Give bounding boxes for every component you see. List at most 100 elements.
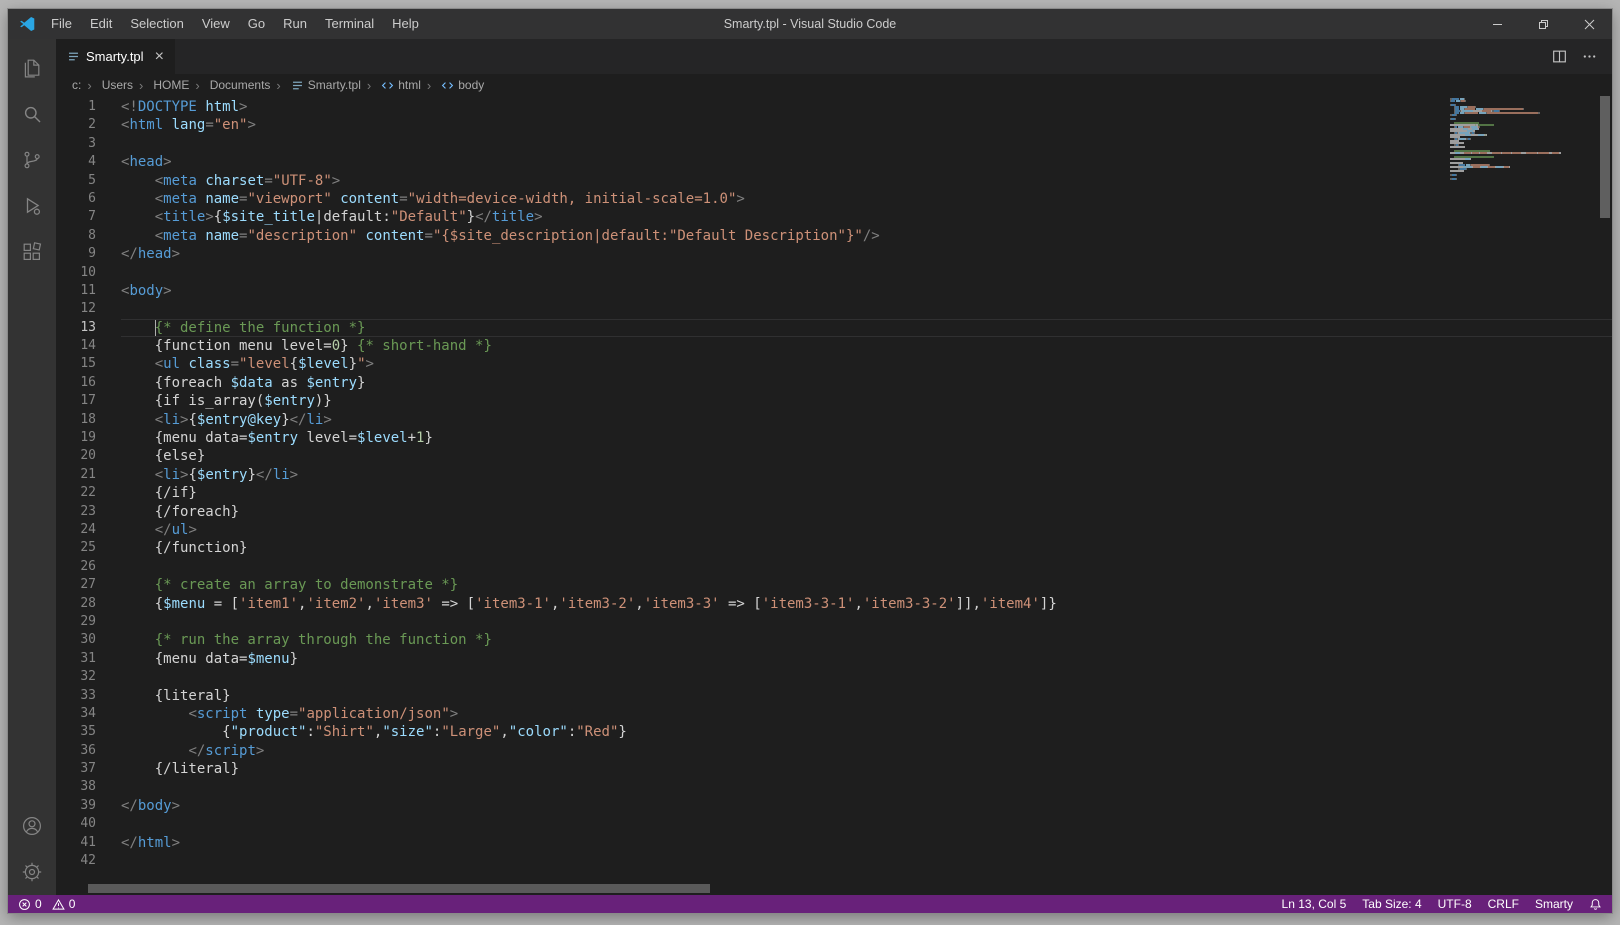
code-line-18[interactable]: 18 <li>{$entry@key}</li> xyxy=(56,411,1612,429)
breadcrumb-item-html[interactable]: html xyxy=(361,78,421,93)
code-text: </script> xyxy=(96,742,1612,760)
more-actions-icon[interactable] xyxy=(1582,49,1597,64)
code-line-37[interactable]: 37 {/literal} xyxy=(56,760,1612,778)
line-number: 26 xyxy=(56,558,96,576)
code-line-12[interactable]: 12 xyxy=(56,300,1612,318)
code-line-40[interactable]: 40 xyxy=(56,815,1612,833)
minimize-button[interactable] xyxy=(1474,9,1520,39)
code-line-13[interactable]: 13 {* define the function *} xyxy=(56,319,1612,337)
code-line-42[interactable]: 42 xyxy=(56,852,1612,870)
code-line-16[interactable]: 16 {foreach $data as $entry} xyxy=(56,374,1612,392)
code-line-1[interactable]: 1<!DOCTYPE html> xyxy=(56,98,1612,116)
line-number: 10 xyxy=(56,264,96,282)
code-text xyxy=(96,668,1612,686)
breadcrumb-item-documents[interactable]: Documents xyxy=(189,78,270,93)
code-line-3[interactable]: 3 xyxy=(56,135,1612,153)
problems-indicator[interactable]: 0 0 xyxy=(18,897,75,911)
line-number: 6 xyxy=(56,190,96,208)
tag-icon xyxy=(381,79,394,92)
code-line-6[interactable]: 6 <meta name="viewport" content="width=d… xyxy=(56,190,1612,208)
tab-smarty-tpl[interactable]: Smarty.tpl × xyxy=(56,39,176,74)
code-line-39[interactable]: 39</body> xyxy=(56,797,1612,815)
restore-button[interactable] xyxy=(1520,9,1566,39)
menu-edit[interactable]: Edit xyxy=(81,9,121,39)
settings-icon[interactable] xyxy=(8,849,56,895)
code-line-28[interactable]: 28 {$menu = ['item1','item2','item3' => … xyxy=(56,595,1612,613)
editor-group: Smarty.tpl × c:UsersHOMEDocumentsSmarty.… xyxy=(56,39,1612,895)
code-line-4[interactable]: 4<head> xyxy=(56,153,1612,171)
code-line-38[interactable]: 38 xyxy=(56,778,1612,796)
menu-terminal[interactable]: Terminal xyxy=(316,9,383,39)
vertical-scrollbar[interactable] xyxy=(1598,96,1612,895)
code-text: {* define the function *} xyxy=(96,319,1612,337)
source-control-icon[interactable] xyxy=(8,137,56,183)
code-line-14[interactable]: 14 {function menu level=0} {* short-hand… xyxy=(56,337,1612,355)
horizontal-scrollbar[interactable] xyxy=(88,884,710,893)
search-icon[interactable] xyxy=(8,91,56,137)
status-encoding[interactable]: UTF-8 xyxy=(1438,897,1472,911)
status-eol[interactable]: CRLF xyxy=(1488,897,1519,911)
account-icon[interactable] xyxy=(8,803,56,849)
minimap[interactable] xyxy=(1446,98,1596,182)
code-line-15[interactable]: 15 <ul class="level{$level}"> xyxy=(56,355,1612,373)
menu-selection[interactable]: Selection xyxy=(121,9,192,39)
code-line-23[interactable]: 23 {/foreach} xyxy=(56,503,1612,521)
extensions-icon[interactable] xyxy=(8,229,56,275)
code-line-8[interactable]: 8 <meta name="description" content="{$si… xyxy=(56,227,1612,245)
menu-go[interactable]: Go xyxy=(239,9,274,39)
menu-help[interactable]: Help xyxy=(383,9,428,39)
explorer-icon[interactable] xyxy=(8,45,56,91)
code-line-21[interactable]: 21 <li>{$entry}</li> xyxy=(56,466,1612,484)
code-line-30[interactable]: 30 {* run the array through the function… xyxy=(56,631,1612,649)
error-count: 0 xyxy=(35,897,42,911)
code-line-35[interactable]: 35 {"product":"Shirt","size":"Large","co… xyxy=(56,723,1612,741)
error-icon xyxy=(18,898,31,911)
code-text: {* create an array to demonstrate *} xyxy=(96,576,1612,594)
menu-file[interactable]: File xyxy=(42,9,81,39)
code-text: <head> xyxy=(96,153,1612,171)
code-line-22[interactable]: 22 {/if} xyxy=(56,484,1612,502)
code-line-29[interactable]: 29 xyxy=(56,613,1612,631)
smarty-file-icon xyxy=(67,50,80,63)
code-line-17[interactable]: 17 {if is_array($entry)} xyxy=(56,392,1612,410)
breadcrumb-item-home[interactable]: HOME xyxy=(133,78,189,93)
status-language-mode[interactable]: Smarty xyxy=(1535,897,1573,911)
breadcrumb-item-c-[interactable]: c: xyxy=(72,78,81,92)
code-line-31[interactable]: 31 {menu data=$menu} xyxy=(56,650,1612,668)
close-button[interactable] xyxy=(1566,9,1612,39)
line-number: 32 xyxy=(56,668,96,686)
status-indentation[interactable]: Tab Size: 4 xyxy=(1362,897,1421,911)
code-line-34[interactable]: 34 <script type="application/json"> xyxy=(56,705,1612,723)
code-line-36[interactable]: 36 </script> xyxy=(56,742,1612,760)
code-line-7[interactable]: 7 <title>{$site_title|default:"Default"}… xyxy=(56,208,1612,226)
code-line-41[interactable]: 41</html> xyxy=(56,834,1612,852)
breadcrumb-item-smarty-tpl[interactable]: Smarty.tpl xyxy=(270,78,360,93)
code-line-2[interactable]: 2<html lang="en"> xyxy=(56,116,1612,134)
menu-run[interactable]: Run xyxy=(274,9,316,39)
code-line-32[interactable]: 32 xyxy=(56,668,1612,686)
code-line-25[interactable]: 25 {/function} xyxy=(56,539,1612,557)
breadcrumb-item-body[interactable]: body xyxy=(421,78,484,93)
vertical-scrollbar-thumb[interactable] xyxy=(1600,96,1610,218)
code-line-11[interactable]: 11<body> xyxy=(56,282,1612,300)
code-line-33[interactable]: 33 {literal} xyxy=(56,687,1612,705)
code-line-9[interactable]: 9</head> xyxy=(56,245,1612,263)
split-editor-icon[interactable] xyxy=(1552,49,1567,64)
tab-close-icon[interactable]: × xyxy=(155,49,164,65)
code-line-19[interactable]: 19 {menu data=$entry level=$level+1} xyxy=(56,429,1612,447)
breadcrumb-item-users[interactable]: Users xyxy=(81,78,133,93)
code-line-27[interactable]: 27 {* create an array to demonstrate *} xyxy=(56,576,1612,594)
code-line-10[interactable]: 10 xyxy=(56,264,1612,282)
code-line-20[interactable]: 20 {else} xyxy=(56,447,1612,465)
status-bar-right: Ln 13, Col 5 Tab Size: 4 UTF-8 CRLF Smarty xyxy=(1282,897,1602,911)
code-line-24[interactable]: 24 </ul> xyxy=(56,521,1612,539)
line-number: 9 xyxy=(56,245,96,263)
run-debug-icon[interactable] xyxy=(8,183,56,229)
code-line-5[interactable]: 5 <meta charset="UTF-8"> xyxy=(56,172,1612,190)
code-editor[interactable]: 1<!DOCTYPE html>2<html lang="en">34<head… xyxy=(56,96,1612,895)
breadcrumb-label: html xyxy=(398,78,421,92)
notifications-bell-icon[interactable] xyxy=(1589,898,1602,911)
menu-view[interactable]: View xyxy=(193,9,239,39)
code-line-26[interactable]: 26 xyxy=(56,558,1612,576)
status-cursor-position[interactable]: Ln 13, Col 5 xyxy=(1282,897,1347,911)
